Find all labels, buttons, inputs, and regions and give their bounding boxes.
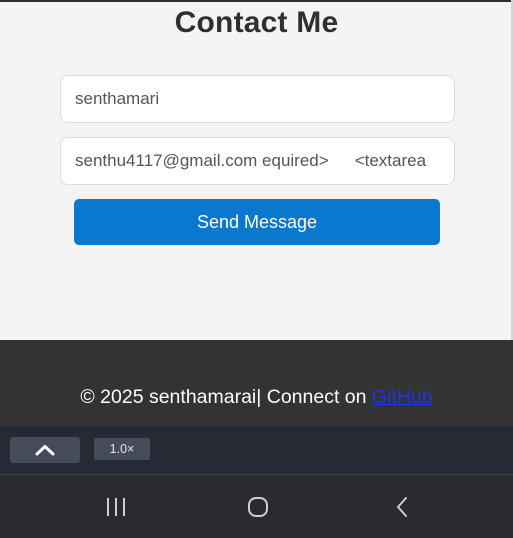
email-field-trailing-text: <textarea xyxy=(354,151,427,170)
back-button[interactable] xyxy=(372,487,432,527)
recents-icon xyxy=(107,498,125,516)
android-nav-bar xyxy=(0,474,513,538)
send-message-button[interactable]: Send Message xyxy=(74,199,440,245)
name-field-value: senthamari xyxy=(75,89,160,108)
footer-copyright: © 2025 senthamarai| Connect on xyxy=(80,386,372,408)
footer: © 2025 senthamarai| Connect on GitHub xyxy=(0,340,513,426)
contact-page: Contact Me senthamari senthu4117@gmail.c… xyxy=(0,0,513,538)
footer-text: © 2025 senthamarai| Connect on GitHub xyxy=(0,386,513,409)
home-button[interactable] xyxy=(228,487,288,527)
back-icon xyxy=(397,497,407,517)
chevron-up-icon xyxy=(35,445,55,456)
zoom-level-badge[interactable]: 1.0× xyxy=(94,438,150,460)
email-field[interactable]: senthu4117@gmail.com equired> <textarea xyxy=(60,137,455,185)
zoom-level-label: 1.0× xyxy=(109,442,135,456)
page-title: Contact Me xyxy=(174,6,339,39)
email-field-value: senthu4117@gmail.com equired> xyxy=(75,151,329,170)
viewer-toolbar: 1.0× xyxy=(0,426,513,474)
github-link[interactable]: GitHub xyxy=(372,386,433,408)
top-border xyxy=(0,0,513,2)
name-field[interactable]: senthamari xyxy=(60,75,455,123)
home-icon xyxy=(248,497,268,517)
send-message-label: Send Message xyxy=(196,211,318,232)
recents-button[interactable] xyxy=(86,487,146,527)
collapse-button[interactable] xyxy=(10,437,80,463)
